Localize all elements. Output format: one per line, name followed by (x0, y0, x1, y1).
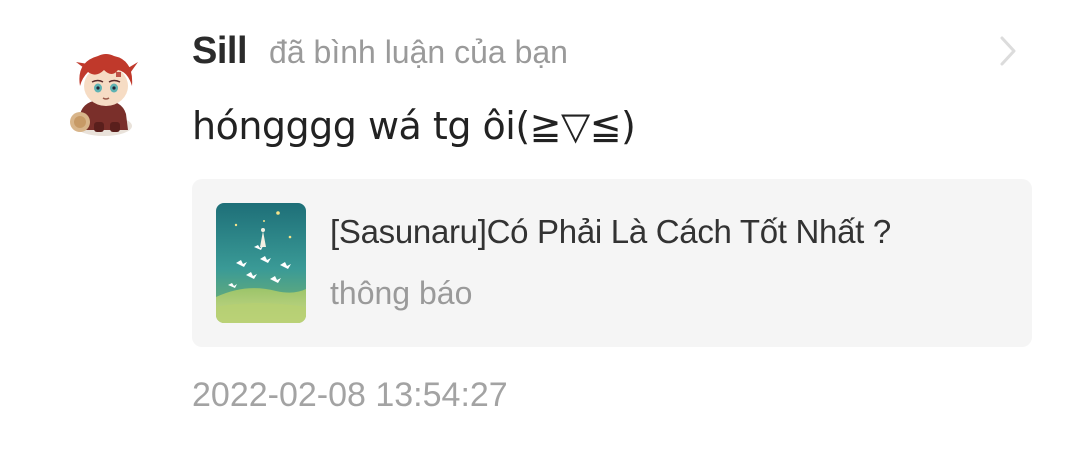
story-cover-image (216, 203, 306, 323)
timestamp: 2022-02-08 13:54:27 (192, 376, 508, 414)
notification-header: Sill đã bình luận của bạn (192, 30, 568, 80)
comment-notification[interactable]: Sill đã bình luận của bạn hóngggg wá tg … (0, 0, 1080, 450)
story-card[interactable]: [Sasunaru]Có Phải Là Cách Tốt Nhất ? thô… (192, 179, 1032, 347)
user-avatar[interactable] (58, 48, 148, 140)
user-avatar-icon (70, 54, 138, 136)
username[interactable]: Sill (192, 30, 248, 73)
story-title: [Sasunaru]Có Phải Là Cách Tốt Nhất ? (330, 213, 891, 250)
story-subtitle: thông báo (330, 275, 473, 311)
chevron-right-icon[interactable] (996, 34, 1020, 68)
action-text: đã bình luận của bạn (269, 34, 568, 70)
comment-text: hóngggg wá tg ôi(≧▽≦) (192, 104, 636, 148)
